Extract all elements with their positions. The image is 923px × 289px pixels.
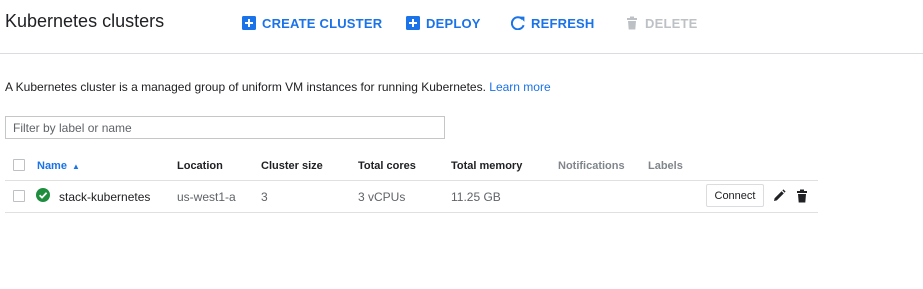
column-header-total-cores[interactable]: Total cores	[358, 160, 416, 172]
table-header-row: Name ▲ Location Cluster size Total cores…	[5, 152, 818, 181]
column-header-total-memory[interactable]: Total memory	[451, 160, 522, 172]
description: A Kubernetes cluster is a managed group …	[5, 80, 551, 94]
delete-row-icon[interactable]	[795, 189, 809, 203]
edit-icon[interactable]	[772, 189, 786, 203]
refresh-icon	[511, 16, 525, 30]
create-cluster-label: CREATE CLUSTER	[262, 15, 383, 31]
trash-icon	[625, 16, 639, 30]
connect-button[interactable]: Connect	[706, 184, 764, 207]
page-header: Kubernetes clusters CREATE CLUSTER DEPLO…	[0, 0, 923, 54]
refresh-button[interactable]: REFRESH	[511, 14, 595, 32]
learn-more-link[interactable]: Learn more	[489, 80, 550, 94]
cluster-size: 3	[261, 190, 268, 204]
column-header-location[interactable]: Location	[177, 160, 223, 172]
refresh-label: REFRESH	[531, 15, 595, 31]
row-checkbox[interactable]	[13, 190, 25, 202]
filter-input[interactable]	[5, 116, 445, 139]
cluster-location: us-west1-a	[177, 190, 236, 204]
delete-label: DELETE	[645, 15, 698, 31]
page-title: Kubernetes clusters	[5, 11, 165, 31]
cluster-total-memory: 11.25 GB	[451, 190, 501, 204]
clusters-table: Name ▲ Location Cluster size Total cores…	[5, 152, 818, 213]
description-text: A Kubernetes cluster is a managed group …	[5, 80, 486, 94]
deploy-label: DEPLOY	[426, 15, 481, 31]
cluster-total-cores: 3 vCPUs	[358, 190, 406, 204]
cluster-name-link[interactable]: stack-kubernetes	[59, 190, 150, 204]
column-header-notifications: Notifications	[558, 160, 625, 172]
deploy-button[interactable]: DEPLOY	[406, 14, 481, 32]
add-box-icon	[406, 16, 420, 30]
select-all-checkbox[interactable]	[13, 159, 25, 171]
sort-ascending-icon: ▲	[72, 162, 80, 171]
add-box-icon	[242, 16, 256, 30]
create-cluster-button[interactable]: CREATE CLUSTER	[242, 14, 382, 32]
column-header-cluster-size[interactable]: Cluster size	[261, 160, 323, 172]
column-header-labels: Labels	[648, 160, 683, 172]
delete-button[interactable]: DELETE	[625, 14, 697, 32]
column-header-name[interactable]: Name ▲	[37, 160, 80, 172]
table-row: stack-kubernetes us-west1-a 3 3 vCPUs 11…	[5, 181, 818, 213]
status-ok-icon	[36, 188, 50, 202]
